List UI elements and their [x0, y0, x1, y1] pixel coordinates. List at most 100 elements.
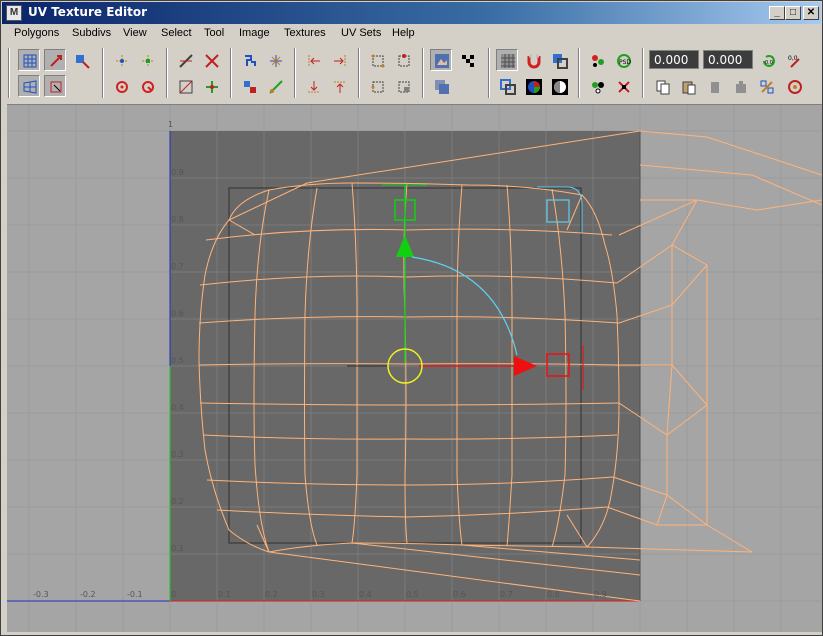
- sew-uv-button[interactable]: [200, 49, 222, 71]
- x-tick-label: -0.1: [127, 590, 143, 599]
- menu-polygons[interactable]: Polygons: [14, 27, 59, 39]
- cycle-uv-icon: [788, 80, 802, 94]
- paste-v-button[interactable]: [729, 75, 751, 97]
- shaded-uv-icon: [500, 79, 516, 95]
- x-tick-label: 0.8: [547, 590, 560, 599]
- checker-button[interactable]: [456, 49, 478, 71]
- x-tick-label: 0.3: [312, 590, 325, 599]
- layout-uv-button[interactable]: [238, 49, 260, 71]
- flip-v-button[interactable]: [136, 49, 158, 71]
- texture-border-button[interactable]: [548, 49, 570, 71]
- uv-percent-button[interactable]: 0,0: [783, 49, 805, 71]
- psd-update-button[interactable]: [586, 49, 608, 71]
- isolate-select-button[interactable]: [366, 75, 388, 97]
- isolate-select-icon: [371, 81, 384, 93]
- uv-editor-viewport[interactable]: -0.3 -0.2 -0.1 0 0.1 0.2 0.3 0.4 0.5 0.6…: [7, 104, 822, 632]
- toolbar-separator: [422, 48, 424, 98]
- u-value-field[interactable]: 0.000: [649, 50, 699, 69]
- rotate-ccw-button[interactable]: [110, 75, 132, 97]
- menu-image[interactable]: Image: [239, 27, 270, 39]
- menu-textures[interactable]: Textures: [284, 27, 326, 39]
- add-to-isolate-button[interactable]: [392, 75, 414, 97]
- align-min-v-button[interactable]: [302, 75, 324, 97]
- title-bar[interactable]: M UV Texture Editor _ □ ✕: [2, 2, 821, 24]
- toolbar-separator: [294, 48, 296, 98]
- relax-uv-button[interactable]: [264, 75, 286, 97]
- uv-canvas[interactable]: -0.3 -0.2 -0.1 0 0.1 0.2 0.3 0.4 0.5 0.6…: [7, 105, 822, 632]
- menu-help[interactable]: Help: [392, 27, 415, 39]
- display-image-button[interactable]: [430, 49, 452, 71]
- magnet-icon: [527, 54, 541, 69]
- x-tick-label: 0.4: [359, 590, 372, 599]
- uv-shell-select-button[interactable]: [70, 49, 92, 71]
- align-max-v-button[interactable]: [328, 75, 350, 97]
- v-value-field[interactable]: 0.000: [703, 50, 753, 69]
- menu-subdivs[interactable]: Subdivs: [72, 27, 111, 39]
- align-max-u-button[interactable]: [328, 49, 350, 71]
- uv-swap-button[interactable]: [755, 75, 777, 97]
- split-uv-button[interactable]: [174, 75, 196, 97]
- y-tick-label: 0.7: [171, 262, 184, 271]
- svg-text:PSD: PSD: [619, 59, 631, 66]
- menu-view[interactable]: View: [123, 27, 147, 39]
- uv-lattice-button[interactable]: [18, 75, 40, 97]
- merge-uv-button[interactable]: [200, 75, 222, 97]
- maximize-button[interactable]: □: [785, 6, 801, 20]
- x-tick-label: 0.6: [453, 590, 466, 599]
- color-channels-button[interactable]: [522, 75, 544, 97]
- move-uv-button[interactable]: [44, 49, 66, 71]
- flip-v-icon: [142, 55, 154, 67]
- checker-map-button[interactable]: [612, 75, 634, 97]
- menu-uv-sets[interactable]: UV Sets: [341, 27, 381, 39]
- grid-toggle-button[interactable]: [496, 49, 518, 71]
- uv-smudge-button[interactable]: [44, 75, 66, 97]
- magnet-button[interactable]: [522, 49, 544, 71]
- toolbar-separator: [230, 48, 232, 98]
- minimize-button[interactable]: _: [769, 6, 785, 20]
- snap-grid-button[interactable]: [366, 49, 388, 71]
- dim-image-icon: [435, 80, 449, 94]
- paste-uv-button[interactable]: [677, 75, 699, 97]
- menu-tool[interactable]: Tool: [204, 27, 224, 39]
- toolbar-separator: [488, 48, 490, 98]
- texture-tile-button[interactable]: [238, 75, 260, 97]
- uv-shell-select-icon: [76, 55, 90, 69]
- align-max-v-icon: [334, 81, 346, 93]
- close-button[interactable]: ✕: [803, 6, 819, 20]
- psd-network-button[interactable]: PSD: [612, 49, 634, 71]
- dim-image-button[interactable]: [430, 75, 452, 97]
- shaded-uv-button[interactable]: [496, 75, 518, 97]
- uv-grid-select-button[interactable]: [18, 49, 40, 71]
- rotate-cw-button[interactable]: [136, 75, 158, 97]
- uv-refresh-icon: 0,0: [763, 55, 775, 67]
- grid-toggle-icon: [501, 54, 515, 68]
- unfold-uv-button[interactable]: [264, 49, 286, 71]
- sew-uv-icon: [205, 54, 219, 68]
- align-min-u-button[interactable]: [302, 49, 324, 71]
- flip-u-button[interactable]: [110, 49, 132, 71]
- uv-transfer-button[interactable]: [586, 75, 608, 97]
- menu-select[interactable]: Select: [161, 27, 192, 39]
- relax-uv-icon: [269, 80, 283, 94]
- cycle-uv-button[interactable]: [783, 75, 805, 97]
- x-tick-label: 0.5: [406, 590, 419, 599]
- texture-tile-icon: [244, 81, 256, 93]
- x-tick-label: 0.7: [500, 590, 513, 599]
- x-tick-label: 0.1: [218, 590, 231, 599]
- copy-uv-button[interactable]: [651, 75, 673, 97]
- paste-u-button[interactable]: [703, 75, 725, 97]
- uv-swap-icon: [760, 80, 774, 94]
- uv-lattice-icon: [23, 80, 37, 94]
- rotate-ccw-icon: [116, 81, 128, 93]
- maya-app-icon[interactable]: M: [6, 5, 22, 21]
- y-tick-label: 0.5: [171, 356, 184, 365]
- image-range-button[interactable]: [548, 75, 570, 97]
- window-title: UV Texture Editor: [28, 5, 147, 19]
- y-tick-label: 0.8: [171, 215, 184, 224]
- x-tick-label: 0.2: [265, 590, 278, 599]
- menu-bar: Polygons Subdivs View Select Tool Image …: [2, 25, 821, 44]
- uv-refresh-button[interactable]: 0,0: [757, 49, 779, 71]
- cut-uv-button[interactable]: [174, 49, 196, 71]
- align-min-v-icon: [308, 81, 320, 93]
- snap-uv-button[interactable]: [392, 49, 414, 71]
